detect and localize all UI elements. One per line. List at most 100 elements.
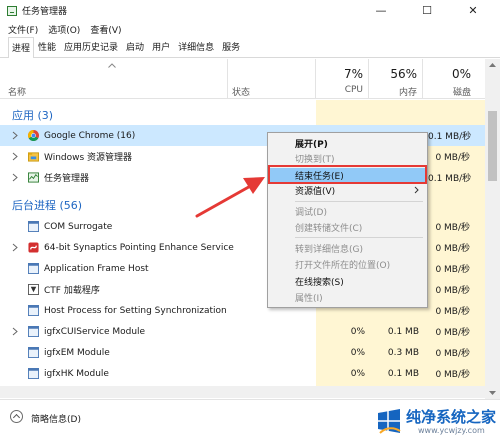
process-icon (28, 221, 39, 232)
tab-services[interactable]: 服务 (218, 36, 244, 57)
window-title: 任务管理器 (22, 7, 68, 17)
group-apps: 应用 (3) (12, 109, 54, 122)
memory-percent: 56% (390, 67, 417, 81)
column-cpu[interactable]: CPU (323, 85, 363, 95)
cpu-value: 0% (350, 368, 365, 379)
disk-value: 0.1 MB/秒 (428, 174, 472, 184)
disk-value: 0 MB/秒 (435, 370, 470, 380)
process-name: 64-bit Synaptics Pointing Enhance Servic… (44, 242, 234, 253)
context-menu: 展开(P) 切换到(T) 结束任务(E) 资源值(V) 调试(D) 创建转储文件… (267, 132, 428, 308)
process-name: Google Chrome (16) (44, 130, 136, 141)
tab-strip: 进程 性能 应用历史记录 启动 用户 详细信息 服务 (0, 36, 500, 58)
disk-value: 0 MB/秒 (435, 153, 470, 163)
close-button[interactable]: ✕ (456, 0, 490, 21)
memory-value: 0.1 MB (387, 326, 419, 337)
fewer-details-link[interactable]: 简略信息(D) (31, 412, 81, 425)
tab-users[interactable]: 用户 (148, 36, 174, 57)
collapse-icon[interactable] (10, 410, 23, 423)
process-icon (28, 347, 39, 358)
ctf-loader-icon (28, 284, 39, 295)
disk-value: 0 MB/秒 (435, 286, 470, 296)
horizontal-scrollbar[interactable] (0, 386, 485, 398)
tab-startup[interactable]: 启动 (122, 36, 148, 57)
column-memory[interactable]: 内存 (377, 85, 417, 98)
process-icon (28, 326, 39, 337)
sort-caret-icon (108, 63, 116, 68)
memory-value: 0.3 MB (387, 347, 419, 358)
process-name: 任务管理器 (44, 174, 90, 184)
menu-resource-values[interactable]: 资源值(V) (270, 183, 425, 198)
disk-value: 0 MB/秒 (435, 223, 470, 233)
process-name: igfxEM Module (44, 347, 110, 358)
watermark: 纯净系统之家 www.ycwjzy.com (370, 402, 500, 441)
process-name: Host Process for Setting Synchronization (44, 305, 227, 316)
table-row[interactable]: igfxEM Module 0% 0.3 MB 0 MB/秒 (0, 342, 485, 363)
watermark-title: 纯净系统之家 (406, 408, 497, 426)
watermark-url: www.ycwjzy.com (418, 426, 485, 435)
column-disk[interactable]: 磁盘 (431, 85, 471, 98)
column-status[interactable]: 状态 (232, 85, 250, 98)
expand-chevron-icon[interactable] (12, 243, 18, 252)
disk-percent: 0% (451, 67, 471, 81)
process-icon (28, 263, 39, 274)
title-bar: 任务管理器 — ☐ ✕ (0, 0, 500, 21)
cpu-value: 0% (350, 326, 365, 337)
tab-processes[interactable]: 进程 (8, 37, 35, 58)
menu-open-file-location[interactable]: 打开文件所在的位置(O) (270, 257, 425, 272)
disk-value: 0 MB/秒 (435, 328, 470, 338)
maximize-button[interactable]: ☐ (410, 0, 444, 21)
minimize-button[interactable]: — (364, 0, 398, 21)
group-background: 后台进程 (56) (12, 199, 83, 212)
scroll-thumb[interactable] (488, 111, 497, 181)
table-row[interactable]: igfxHK Module 0% 0.1 MB 0 MB/秒 (0, 363, 485, 384)
cpu-value: 0% (350, 347, 365, 358)
memory-value: 0.1 MB (387, 368, 419, 379)
chrome-icon (28, 130, 39, 141)
synaptics-icon (28, 242, 39, 253)
table-row[interactable]: igfxCUIService Module 0% 0.1 MB 0 MB/秒 (0, 321, 485, 342)
explorer-icon (28, 152, 39, 162)
process-name: igfxCUIService Module (44, 326, 146, 337)
process-name: Windows 资源管理器 (44, 153, 133, 163)
tab-details[interactable]: 详细信息 (174, 36, 218, 57)
menu-debug[interactable]: 调试(D) (270, 204, 425, 219)
scroll-down-icon[interactable] (489, 391, 496, 395)
submenu-arrow-icon (414, 186, 419, 194)
task-manager-icon (7, 5, 17, 16)
column-name[interactable]: 名称 (8, 85, 26, 98)
menu-expand[interactable]: 展开(P) (270, 136, 425, 151)
scroll-up-icon[interactable] (489, 63, 496, 67)
process-icon (28, 305, 39, 316)
menu-go-to-details[interactable]: 转到详细信息(G) (270, 241, 425, 256)
watermark-logo (378, 409, 401, 434)
taskmgr-icon (28, 172, 39, 183)
process-name: igfxHK Module (44, 368, 109, 379)
menu-properties[interactable]: 属性(I) (270, 290, 425, 305)
disk-value: 0 MB/秒 (435, 265, 470, 275)
expand-chevron-icon[interactable] (12, 131, 18, 140)
process-icon (28, 368, 39, 379)
process-name: Application Frame Host (44, 263, 149, 274)
expand-chevron-icon[interactable] (12, 173, 18, 182)
menu-options[interactable]: 选项(O) (48, 23, 80, 36)
highlight-box (268, 165, 427, 184)
cpu-percent: 7% (343, 67, 363, 81)
tab-performance[interactable]: 性能 (34, 36, 60, 57)
menu-switch-to[interactable]: 切换到(T) (270, 151, 425, 166)
disk-value: 0 MB/秒 (435, 307, 470, 317)
expand-chevron-icon[interactable] (12, 327, 18, 336)
menu-view[interactable]: 查看(V) (90, 23, 121, 36)
menu-file[interactable]: 文件(F) (8, 23, 38, 36)
vertical-scrollbar[interactable] (485, 59, 500, 399)
expand-chevron-icon[interactable] (12, 152, 18, 161)
menu-search-online[interactable]: 在线搜索(S) (270, 274, 425, 289)
menu-create-dump[interactable]: 创建转储文件(C) (270, 220, 425, 235)
process-name: CTF 加载程序 (44, 286, 100, 296)
column-header: 名称 状态 7% CPU 56% 内存 0% 磁盘 (0, 59, 485, 99)
disk-value: 0 MB/秒 (435, 244, 470, 254)
tab-app-history[interactable]: 应用历史记录 (60, 36, 122, 57)
disk-value: 0 MB/秒 (435, 349, 470, 359)
menu-resource-values-label: 资源值(V) (295, 187, 336, 197)
process-name: COM Surrogate (44, 221, 113, 232)
disk-value: 0.1 MB/秒 (428, 132, 472, 142)
